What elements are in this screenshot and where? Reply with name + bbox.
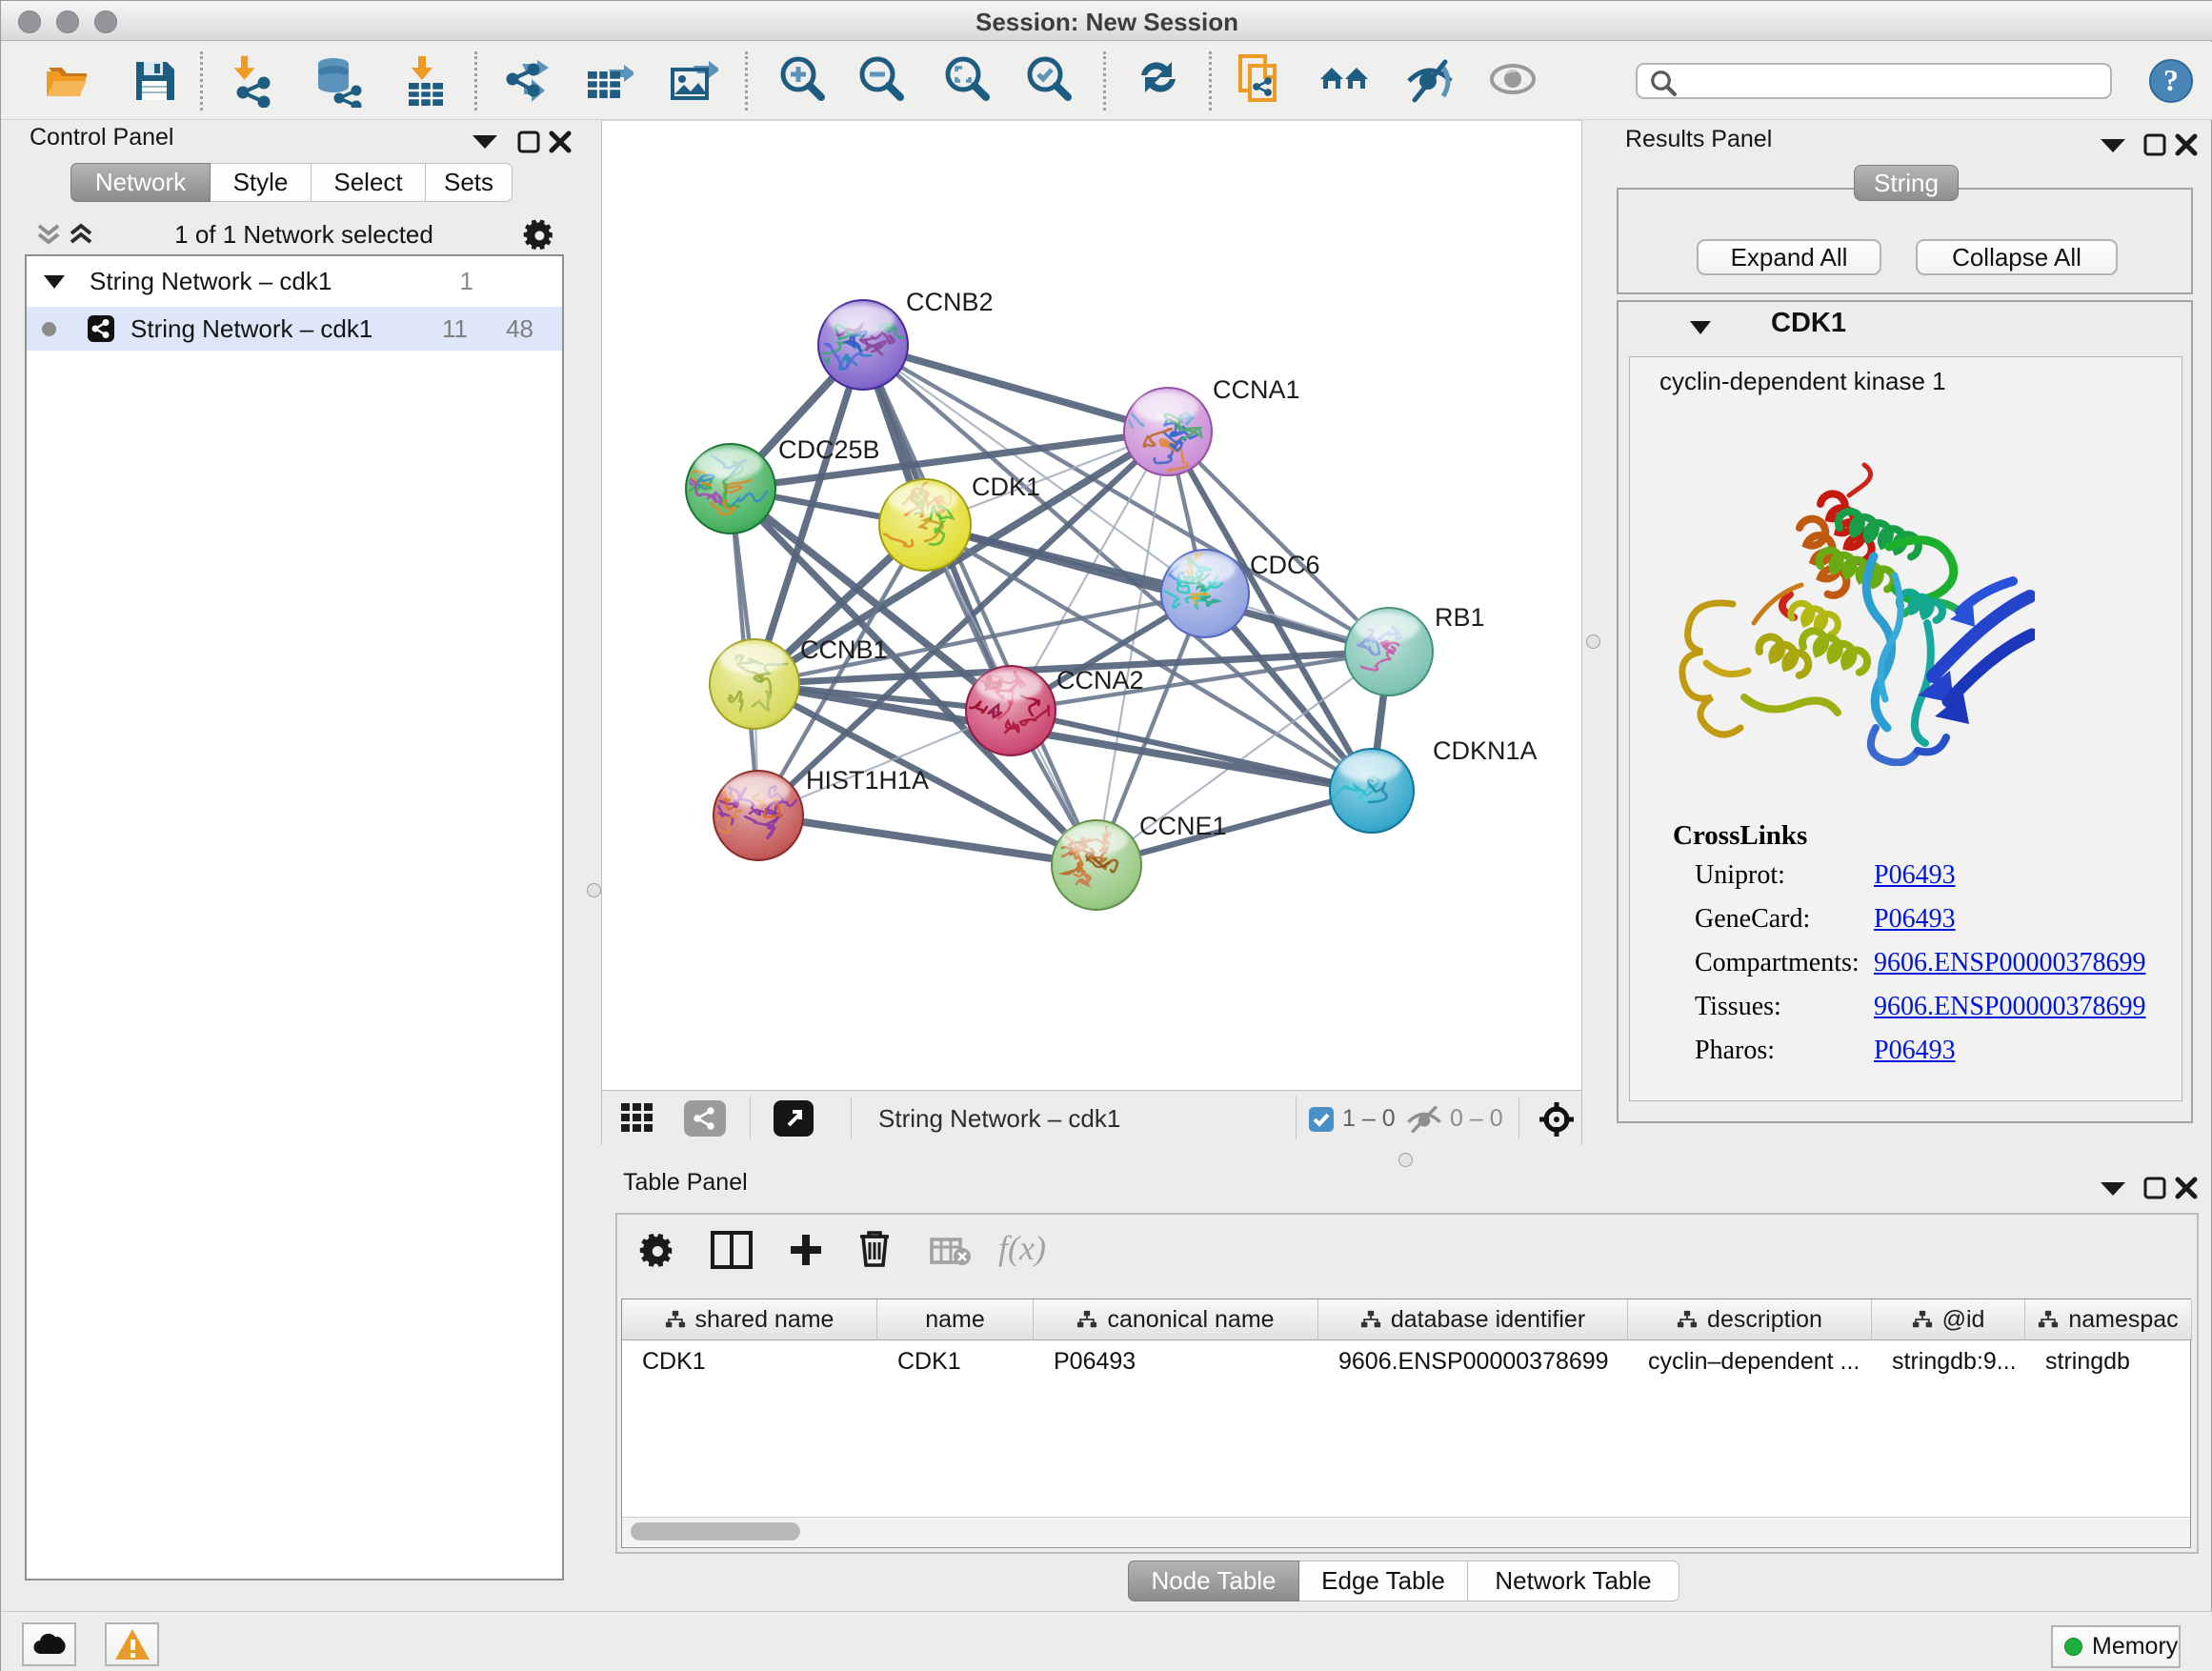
svg-text:HIST1H1A: HIST1H1A bbox=[806, 766, 929, 795]
svg-text:CDC25B: CDC25B bbox=[778, 435, 880, 464]
svg-text:CCNE1: CCNE1 bbox=[1139, 812, 1227, 840]
svg-text:CCNA2: CCNA2 bbox=[1056, 666, 1144, 695]
svg-text:CCNB2: CCNB2 bbox=[906, 288, 994, 316]
svg-text:?: ? bbox=[2163, 63, 2179, 97]
svg-text:CDK1: CDK1 bbox=[972, 473, 1040, 501]
svg-text:CDC6: CDC6 bbox=[1250, 551, 1320, 579]
svg-text:CCNA1: CCNA1 bbox=[1213, 375, 1300, 404]
svg-text:RB1: RB1 bbox=[1435, 603, 1485, 632]
svg-text:CDKN1A: CDKN1A bbox=[1433, 736, 1538, 765]
svg-text:CCNB1: CCNB1 bbox=[800, 635, 888, 664]
